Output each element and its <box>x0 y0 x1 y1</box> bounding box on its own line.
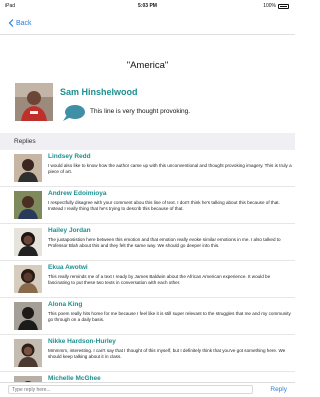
reply-author: Alona King <box>48 301 83 308</box>
clock: 5:03 PM <box>138 3 157 9</box>
reply-author: Nikke Hardson-Hurley <box>48 338 116 345</box>
reply-text: This really reminds me of a text I ready… <box>48 274 271 286</box>
replies-list[interactable]: Lindsey Redd I would also like to know h… <box>0 150 295 382</box>
avatar <box>14 191 42 219</box>
list-item[interactable]: Ekua Awotwi This really reminds me of a … <box>0 261 295 298</box>
reply-input[interactable] <box>8 385 253 394</box>
speech-bubble-icon[interactable] <box>62 104 86 127</box>
list-item[interactable]: Andrew Edoimioya I respectfully disagree… <box>0 187 295 224</box>
list-item[interactable]: Hailey Jordan The juxtaposistion here be… <box>0 224 295 261</box>
author-comment: Sam Hinshelwood This line is very though… <box>15 80 285 128</box>
avatar <box>14 154 42 182</box>
reply-text: This poem really hits home for me becaus… <box>48 311 291 323</box>
reply-text: I would also like to know how the author… <box>48 163 292 175</box>
list-item[interactable]: Alona King This poem really hits home fo… <box>0 298 295 335</box>
reply-button[interactable]: Reply <box>270 386 287 393</box>
list-item[interactable]: Michelle McGhee <box>0 372 295 382</box>
reply-author: Hailey Jordan <box>48 227 91 234</box>
avatar <box>14 302 42 330</box>
reply-text: Mmmmm, interesting. I can't say that I t… <box>48 348 286 360</box>
reply-author: Michelle McGhee <box>48 375 101 382</box>
avatar <box>14 339 42 367</box>
list-item[interactable]: Nikke Hardson-Hurley Mmmmm, interesting.… <box>0 335 295 372</box>
author-comment-text: This line is very thought provoking. <box>90 108 191 115</box>
back-label: Back <box>16 19 32 27</box>
avatar <box>15 83 53 121</box>
battery-percent: 100% <box>263 3 276 9</box>
avatar <box>14 228 42 256</box>
navigation-bar: Back <box>0 12 295 35</box>
replies-header-label: Replies <box>14 138 36 145</box>
quote-title: "America" <box>126 60 169 71</box>
author-name[interactable]: Sam Hinshelwood <box>60 87 138 97</box>
reply-text: I respectfully disagree with your commen… <box>48 200 280 212</box>
list-item[interactable]: Lindsey Redd I would also like to know h… <box>0 150 295 187</box>
replies-section-header: Replies <box>0 133 295 150</box>
status-bar: iPad 5:03 PM 100% <box>0 0 295 12</box>
reply-author: Lindsey Redd <box>48 153 91 160</box>
chevron-left-icon <box>8 19 14 27</box>
battery-icon <box>278 3 289 9</box>
reply-text: The juxtaposistion here between this emo… <box>48 237 281 249</box>
reply-author: Ekua Awotwi <box>48 264 88 271</box>
battery-indicator: 100% <box>263 3 289 9</box>
avatar <box>14 265 42 293</box>
reply-author: Andrew Edoimioya <box>48 190 107 197</box>
back-button[interactable]: Back <box>8 19 32 27</box>
reply-composer: Reply <box>0 382 295 397</box>
